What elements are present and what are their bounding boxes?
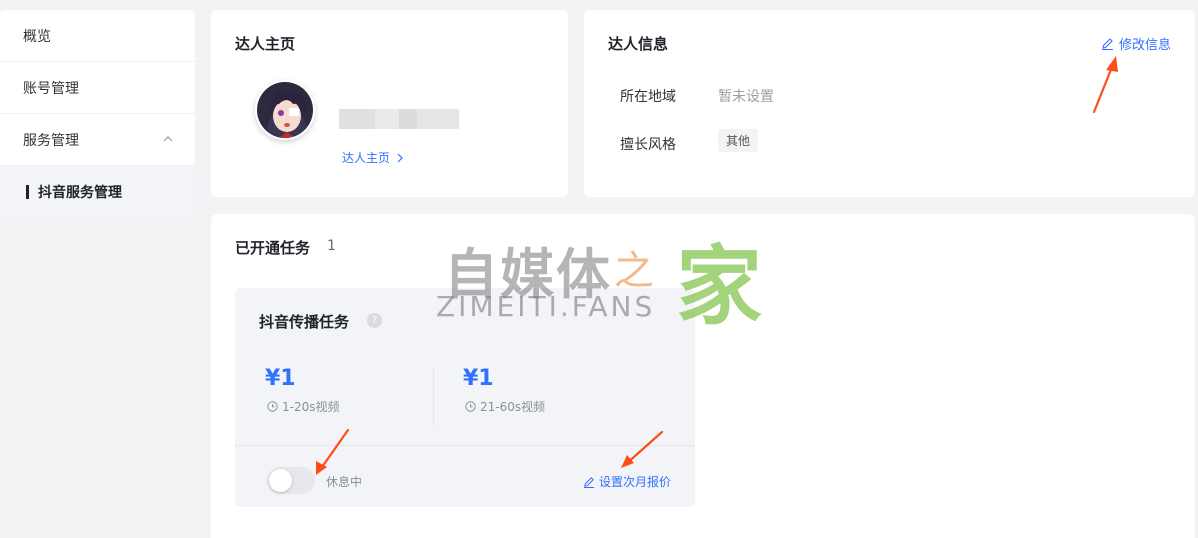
tasks-title: 已开通任务 (235, 239, 311, 257)
set-next-month-price-link[interactable]: 设置次月报价 (583, 473, 671, 490)
task-card-divider (235, 445, 695, 446)
douyin-task-card: 抖音传播任务 ? ¥1 1-20s视频 ¥1 21-60s视频 休息中 设置次月… (235, 288, 695, 507)
sidebar-item-overview[interactable]: 概览 (0, 10, 195, 62)
region-value: 暂未设置 (718, 89, 774, 105)
profile-card: 达人主页 达人主页 (211, 10, 568, 197)
chevron-right-icon (397, 153, 403, 162)
sidebar-item-label: 账号管理 (23, 80, 79, 97)
price-divider (433, 368, 434, 426)
sidebar-item-label: 抖音服务管理 (38, 185, 122, 201)
clock-icon (465, 401, 476, 412)
edit-info-label: 修改信息 (1118, 38, 1171, 53)
blurred-username (339, 109, 459, 129)
tasks-card: 已开通任务 1 抖音传播任务 ? ¥1 1-20s视频 ¥1 21-60s视频 … (211, 214, 1195, 538)
price-short-desc-text: 1-20s视频 (282, 400, 340, 414)
edit-info-link[interactable]: 修改信息 (1101, 34, 1171, 53)
sidebar: 概览 账号管理 服务管理 抖音服务管理 (0, 10, 195, 216)
region-label: 所在地域 (620, 89, 676, 105)
sidebar-item-service[interactable]: 服务管理 (0, 114, 195, 166)
clock-icon (267, 401, 278, 412)
profile-home-link[interactable]: 达人主页 (342, 149, 404, 166)
price-short-desc: 1-20s视频 (267, 398, 340, 415)
rest-toggle[interactable] (267, 467, 315, 494)
task-name: 抖音传播任务 (259, 313, 350, 331)
sidebar-item-account[interactable]: 账号管理 (0, 62, 195, 114)
price-short: ¥1 (265, 366, 296, 391)
style-tag: 其他 (718, 129, 759, 152)
price-long-desc-text: 21-60s视频 (480, 400, 546, 414)
sidebar-item-douyin-service[interactable]: 抖音服务管理 (0, 166, 195, 216)
avatar (255, 80, 315, 140)
price-long: ¥1 (463, 366, 494, 391)
sidebar-item-label: 服务管理 (23, 132, 79, 149)
tasks-count: 1 (327, 238, 336, 254)
profile-card-title: 达人主页 (235, 35, 296, 53)
active-indicator (26, 185, 29, 199)
edit-icon (583, 476, 595, 488)
chevron-up-icon (163, 136, 173, 142)
style-label: 擅长风格 (620, 137, 676, 153)
help-icon[interactable]: ? (367, 313, 382, 328)
price-long-desc: 21-60s视频 (465, 398, 545, 415)
set-price-label: 设置次月报价 (598, 475, 671, 489)
sidebar-item-label: 概览 (23, 28, 51, 45)
info-card: 达人信息 修改信息 所在地域 暂未设置 擅长风格 其他 (584, 10, 1195, 197)
rest-status: 休息中 (326, 475, 363, 489)
info-card-title: 达人信息 (608, 35, 669, 53)
toggle-knob (269, 469, 292, 492)
profile-home-link-label: 达人主页 (342, 151, 391, 165)
edit-icon (1101, 38, 1113, 50)
